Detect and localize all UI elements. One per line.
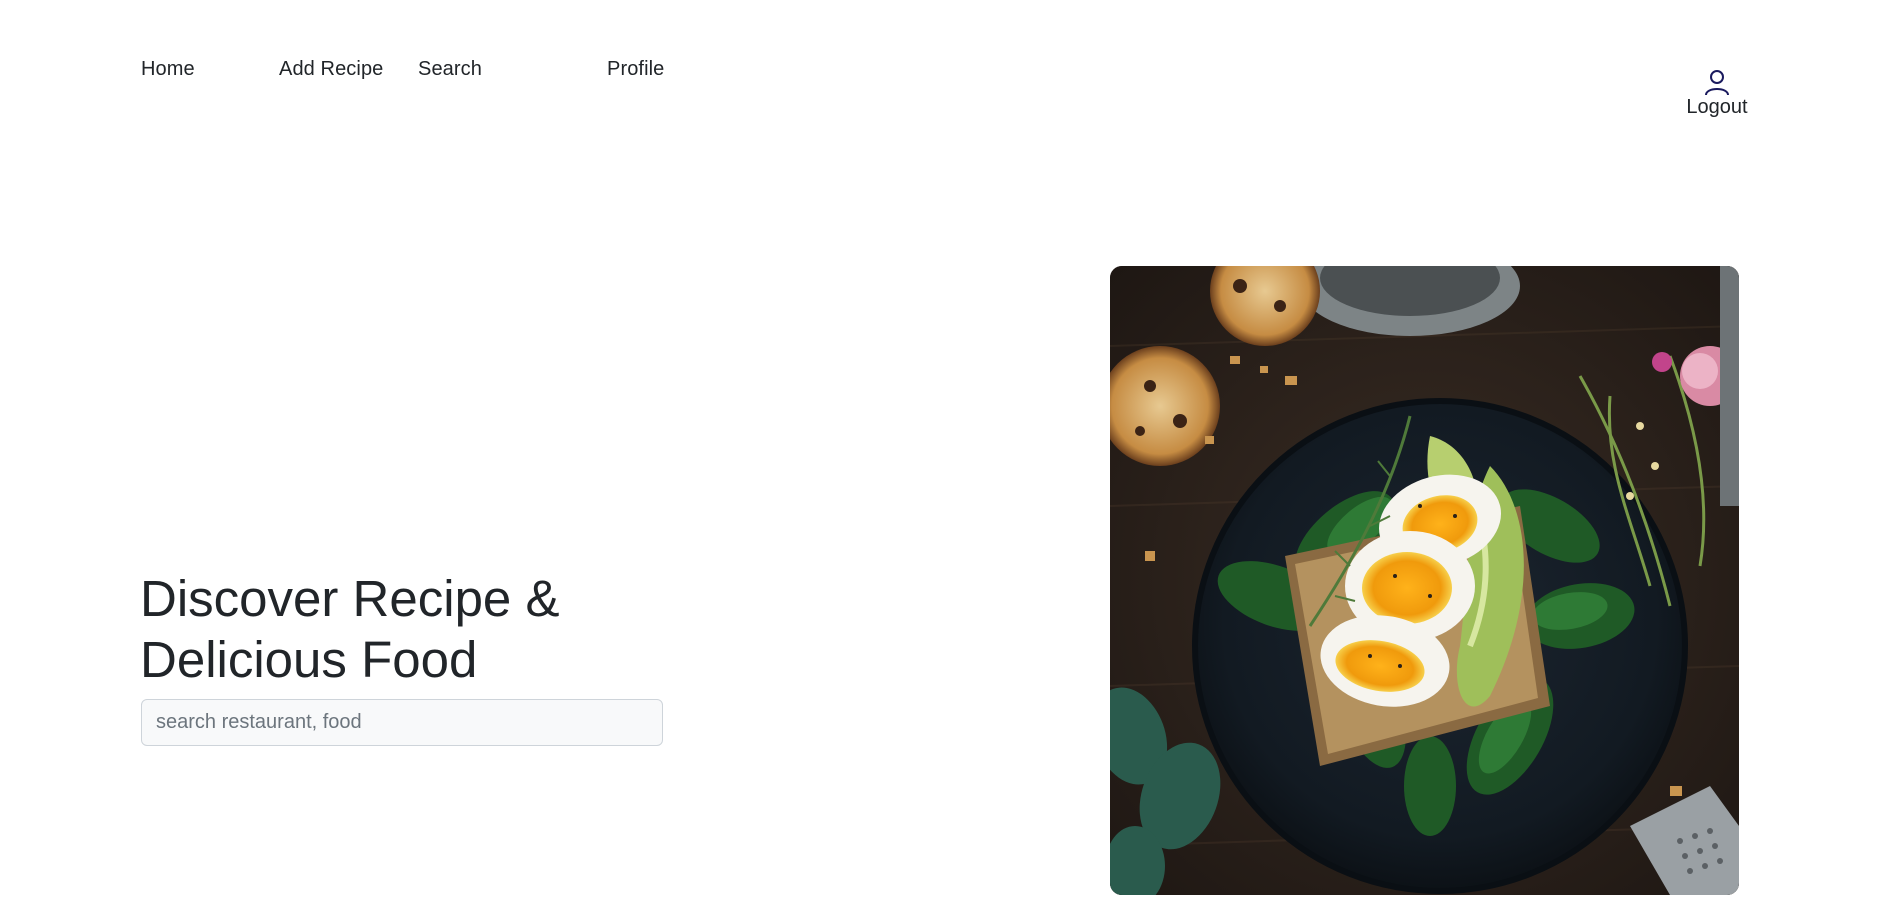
logout-label: Logout [1686, 96, 1748, 118]
nav-search-link[interactable]: Search [418, 58, 482, 81]
nav-add-recipe-link[interactable]: Add Recipe [279, 58, 383, 81]
search-input[interactable] [141, 699, 663, 746]
food-image [1110, 266, 1739, 895]
page: Home Add Recipe Search Profile Logout Di… [0, 0, 1897, 922]
nav-home-link[interactable]: Home [141, 58, 195, 81]
hero-title: Discover Recipe & Delicious Food [140, 568, 760, 690]
nav-profile-link[interactable]: Profile [607, 58, 664, 81]
user-icon [1680, 68, 1754, 96]
hero-title-line2: Delicious Food [140, 631, 478, 688]
hero-title-line1: Discover Recipe & [140, 570, 560, 627]
logout-button[interactable]: Logout [1680, 68, 1754, 119]
